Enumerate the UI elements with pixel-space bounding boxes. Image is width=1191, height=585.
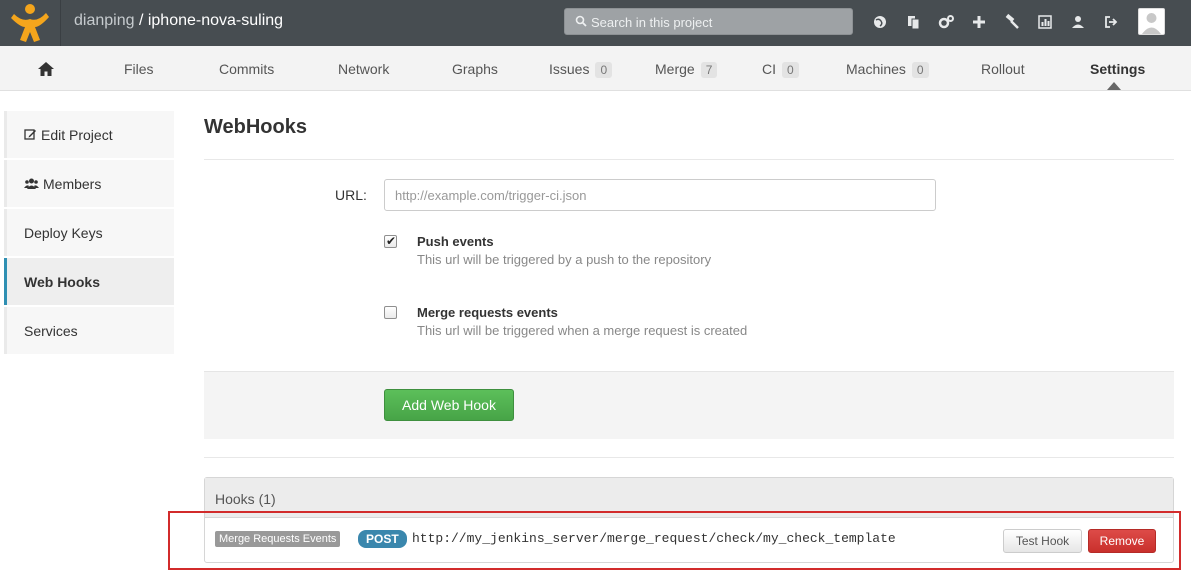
active-tab-indicator [1107,82,1121,90]
search-placeholder: Search in this project [591,15,713,30]
checkmark-icon: ✔ [386,234,397,248]
tab-label: Graphs [452,61,498,77]
sidebar-item-deploy-keys[interactable]: Deploy Keys [4,209,174,256]
tab-label: Merge [655,61,695,77]
tab-network[interactable]: Network [338,61,389,77]
logo-divider [60,0,61,46]
cogs-icon[interactable] [936,12,956,32]
hammer-icon[interactable] [1002,12,1022,32]
issues-count-badge: 0 [595,62,613,78]
push-events-help: This url will be triggered by a push to … [417,252,712,267]
sidebar-item-edit-project[interactable]: Edit Project [4,111,174,158]
tab-ci[interactable]: CI 0 [762,61,799,78]
tab-machines[interactable]: Machines 0 [846,61,929,78]
tab-settings[interactable]: Settings [1090,61,1145,77]
avatar[interactable] [1138,8,1165,35]
merge-events-title: Merge requests events [417,305,558,320]
top-header: dianping / iphone-nova-suling Search in … [0,0,1191,46]
ci-count-badge: 0 [782,62,799,78]
sidebar-item-label: Deploy Keys [24,224,103,241]
globe-icon[interactable] [870,12,890,32]
push-events-checkbox[interactable]: ✔ [384,234,397,248]
tab-label: Rollout [981,61,1025,77]
chart-icon[interactable] [1035,12,1055,32]
search-icon [575,15,587,27]
sidebar-item-services[interactable]: Services [4,307,174,354]
section-divider [204,457,1174,458]
form-actions [204,371,1174,439]
merge-events-checkbox[interactable] [384,306,397,319]
edit-icon [24,128,37,141]
tab-rollout[interactable]: Rollout [981,61,1025,77]
users-icon [24,177,39,190]
project-title: dianping / iphone-nova-suling [74,12,283,30]
copy-icon[interactable] [903,12,923,32]
highlight-annotation-box [168,511,1181,570]
avatar-placeholder-icon [1142,13,1161,34]
hooks-title: Hooks (1) [215,491,276,507]
tab-label: Network [338,61,390,77]
project-nav: Files Commits Network Graphs Issues 0 Mer… [0,46,1191,91]
tab-label: CI [762,61,776,77]
tab-issues[interactable]: Issues 0 [549,61,613,78]
sidebar-item-members[interactable]: Members [4,160,174,207]
page-title: WebHooks [204,116,307,138]
merge-count-badge: 7 [700,62,718,78]
home-icon[interactable] [37,61,55,77]
sidebar-item-label: Services [24,322,78,339]
tab-label: Machines [846,61,906,77]
logo-icon [11,4,49,42]
machines-count-badge: 0 [911,62,929,78]
user-icon[interactable] [1068,12,1088,32]
tab-files[interactable]: Files [124,61,154,77]
tab-label: Settings [1090,61,1146,77]
merge-events-help: This url will be triggered when a merge … [417,323,748,338]
sidebar-item-label: Members [43,175,102,192]
title-divider [204,159,1174,160]
tab-label: Commits [219,61,275,77]
sign-out-icon[interactable] [1101,12,1121,32]
tab-label: Issues [549,61,590,77]
tab-label: Files [124,61,154,77]
sidebar-item-web-hooks[interactable]: Web Hooks [4,258,174,305]
sidebar-item-label: Edit Project [41,126,113,143]
url-input[interactable] [384,179,936,211]
url-label: URL: [335,187,367,203]
namespace-link[interactable]: dianping [74,12,135,29]
tab-merge[interactable]: Merge 7 [655,61,718,78]
project-link[interactable]: iphone-nova-suling [148,12,283,29]
title-separator: / [134,12,148,29]
push-events-title: Push events [417,234,494,249]
plus-icon[interactable] [969,12,989,32]
tab-graphs[interactable]: Graphs [452,61,498,77]
sidebar-item-label: Web Hooks [24,273,100,290]
app-logo[interactable] [0,0,60,46]
settings-sidebar: Edit Project Members Deploy Keys Web Hoo… [4,111,174,356]
add-web-hook-button[interactable]: Add Web Hook [384,389,514,421]
tab-commits[interactable]: Commits [219,61,274,77]
search-box[interactable]: Search in this project [564,8,853,35]
